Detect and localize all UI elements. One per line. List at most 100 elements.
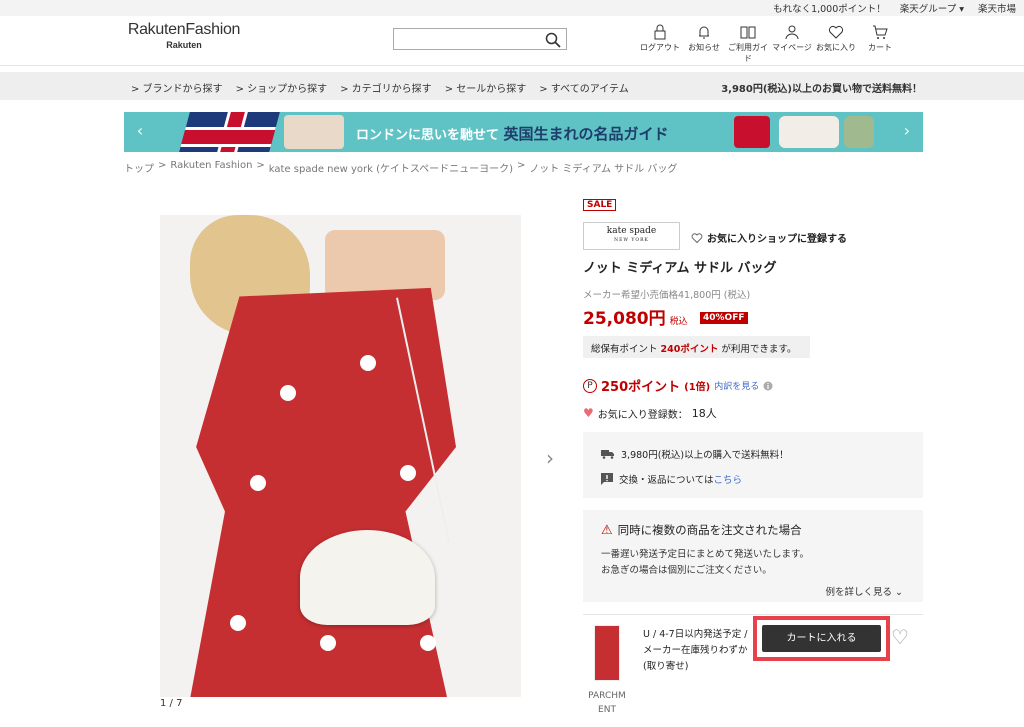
sku-stock-line-2: メーカー在庫残りわずか xyxy=(643,645,748,656)
brand-logo[interactable]: kate spade NEW YORK xyxy=(583,222,680,250)
sale-search-link[interactable]: > セールから探す xyxy=(445,80,527,95)
promo-link[interactable]: もれなく1,000ポイント！ xyxy=(773,1,886,15)
notifications-label: お知らせ xyxy=(688,43,720,52)
point-icon: P xyxy=(583,378,597,393)
photo-flower xyxy=(360,355,376,371)
guide-button[interactable]: ご利用ガイド xyxy=(726,24,770,64)
tax-label: 税込 xyxy=(669,317,688,327)
logo-subtext: Rakuten xyxy=(166,40,202,50)
promo-banner[interactable]: ロンドンに思いを馳せて 英国生まれの名品ガイド ‹ › xyxy=(124,112,923,152)
banner-decoration xyxy=(779,116,839,148)
category-search-link[interactable]: > カテゴリから探す xyxy=(340,80,432,95)
search-input[interactable] xyxy=(393,28,567,50)
banner-decoration xyxy=(734,116,770,148)
sku-color-line-2: ENT xyxy=(598,705,616,715)
search-icon[interactable] xyxy=(545,32,561,48)
breadcrumb-current: ノット ミディアム サドル バッグ xyxy=(529,164,678,175)
favorites-button[interactable]: お気に入り xyxy=(814,24,858,64)
photo-bag xyxy=(300,530,435,625)
favorite-count-value: 18人 xyxy=(691,407,717,420)
breadcrumb-rakuten-fashion[interactable]: Rakuten Fashion xyxy=(170,160,252,175)
heart-icon xyxy=(828,25,844,39)
lock-icon xyxy=(654,24,666,40)
logout-button[interactable]: ログアウト xyxy=(638,24,682,64)
message-icon xyxy=(601,473,613,485)
category-bar: > ブランドから探す > ショップから探す > カテゴリから探す > セールから… xyxy=(0,72,1024,100)
cart-icon xyxy=(873,25,888,39)
heart-outline-icon xyxy=(691,232,703,243)
free-shipping-row: 3,980円(税込)以上の購入で送料無料！ xyxy=(601,447,789,461)
rakuten-group-menu[interactable]: 楽天グループ ▾ xyxy=(900,1,964,15)
cart-button-highlight: カートに入れる xyxy=(753,616,890,661)
category-links: > ブランドから探す > ショップから探す > カテゴリから探す > セールから… xyxy=(131,80,629,95)
notice-heading: ⚠ 同時に複数の商品を注文された場合 xyxy=(601,522,802,538)
cart-button[interactable]: カート xyxy=(858,24,902,64)
owned-points-box: 総保有ポイント 240ポイント が利用できます。 xyxy=(583,336,810,358)
banner-decoration xyxy=(844,116,874,148)
heart-filled-icon: ♥ xyxy=(583,406,594,420)
mypage-button[interactable]: マイページ xyxy=(770,24,814,64)
breadcrumb-separator: > xyxy=(517,160,526,171)
returns-prefix: 交換・返品については xyxy=(619,475,714,486)
site-header: RakutenFashion Rakuten ログアウト お知らせ ご利用ガイド… xyxy=(0,16,1024,66)
photo-flower xyxy=(230,615,246,631)
sku-stock-line-3: (取り寄せ) xyxy=(643,661,689,672)
rakuten-fashion-logo[interactable]: RakutenFashion Rakuten xyxy=(124,21,244,50)
sku-thumbnail[interactable] xyxy=(594,625,620,681)
breadcrumb-separator: > xyxy=(256,160,265,171)
show-example-toggle[interactable]: 例を詳しく見る ⌄ xyxy=(826,584,903,598)
image-counter: 1 / 7 xyxy=(160,698,183,709)
info-icon[interactable] xyxy=(763,381,773,391)
person-icon xyxy=(785,25,799,40)
returns-row: 交換・返品についてはこちら xyxy=(601,472,742,486)
utility-bar: もれなく1,000ポイント！ 楽天グループ ▾ 楽天市場 xyxy=(0,0,1024,16)
free-shipping-notice: 3,980円(税込)以上のお買い物で送料無料！ xyxy=(721,84,922,95)
header-nav: ログアウト お知らせ ご利用ガイド マイページ お気に入り カート xyxy=(638,24,902,64)
rakuten-ichiba-link[interactable]: 楽天市場 xyxy=(978,1,1016,15)
points-value: 250ポイント xyxy=(601,380,681,395)
warning-icon: ⚠ xyxy=(601,522,613,538)
points-multiplier: (1倍) xyxy=(684,382,711,393)
returns-link[interactable]: こちら xyxy=(714,475,743,486)
photo-flower xyxy=(320,635,336,651)
banner-next-icon[interactable]: › xyxy=(897,121,917,140)
cart-label: カート xyxy=(868,43,892,52)
favorite-count-label: お気に入り登録数： xyxy=(597,409,688,421)
discount-badge: 40%OFF xyxy=(700,312,748,324)
favorite-count: ♥ お気に入り登録数： 18人 xyxy=(583,405,717,421)
sku-row: PARCHM ENT U / 4-7日以内発送予定 / メーカー在庫残りわずか … xyxy=(583,614,923,717)
all-items-link[interactable]: > すべてのアイテム xyxy=(539,80,628,95)
brand-logo-main: kate spade xyxy=(606,226,657,236)
banner-text: ロンドンに思いを馳せて 英国生まれの名品ガイド xyxy=(356,123,669,144)
photo-flower xyxy=(250,475,266,491)
notice-title: 同時に複数の商品を注文された場合 xyxy=(617,523,802,537)
photo-flower xyxy=(420,635,436,651)
photo-dress xyxy=(188,287,457,697)
wishlist-heart-icon[interactable]: ♡ xyxy=(891,625,909,649)
brand-search-link[interactable]: > ブランドから探す xyxy=(131,80,223,95)
returns-text: 交換・返品についてはこちら xyxy=(619,472,742,486)
banner-prev-icon[interactable]: ‹ xyxy=(130,121,150,140)
book-icon xyxy=(740,26,756,39)
product-title: ノット ミディアム サドル バッグ xyxy=(583,261,777,276)
logo-text: RakutenFashion xyxy=(127,21,241,38)
sku-stock-line-1: U / 4-7日以内発送予定 / xyxy=(643,629,748,640)
notice-line-2: お急ぎの場合は個別にご注文ください。 xyxy=(601,565,772,576)
shop-search-link[interactable]: > ショップから探す xyxy=(236,80,328,95)
owned-points-prefix: 総保有ポイント xyxy=(591,344,658,355)
product-main-image[interactable] xyxy=(160,215,521,697)
shipping-info-box: 3,980円(税込)以上の購入で送料無料！ 交換・返品についてはこちら xyxy=(583,432,923,498)
utility-links: もれなく1,000ポイント！ 楽天グループ ▾ 楽天市場 xyxy=(773,1,1016,15)
sale-price-value: 25,080円 xyxy=(583,309,666,329)
bell-icon xyxy=(699,26,709,39)
image-next-icon[interactable]: › xyxy=(546,446,554,470)
sku-color: PARCHM ENT xyxy=(585,689,629,717)
favorite-shop-label: お気に入りショップに登録する xyxy=(707,234,847,245)
breadcrumb-top[interactable]: トップ xyxy=(124,160,154,175)
breadcrumb-brand[interactable]: kate spade new york (ケイトスペードニューヨーク) xyxy=(269,160,513,175)
banner-text-big: 英国生まれの名品ガイド xyxy=(503,125,669,143)
notifications-button[interactable]: お知らせ xyxy=(682,24,726,64)
favorite-shop-button[interactable]: お気に入りショップに登録する xyxy=(691,230,847,245)
add-to-cart-button[interactable]: カートに入れる xyxy=(762,625,881,652)
points-detail-link[interactable]: 内訳を見る xyxy=(714,379,759,392)
